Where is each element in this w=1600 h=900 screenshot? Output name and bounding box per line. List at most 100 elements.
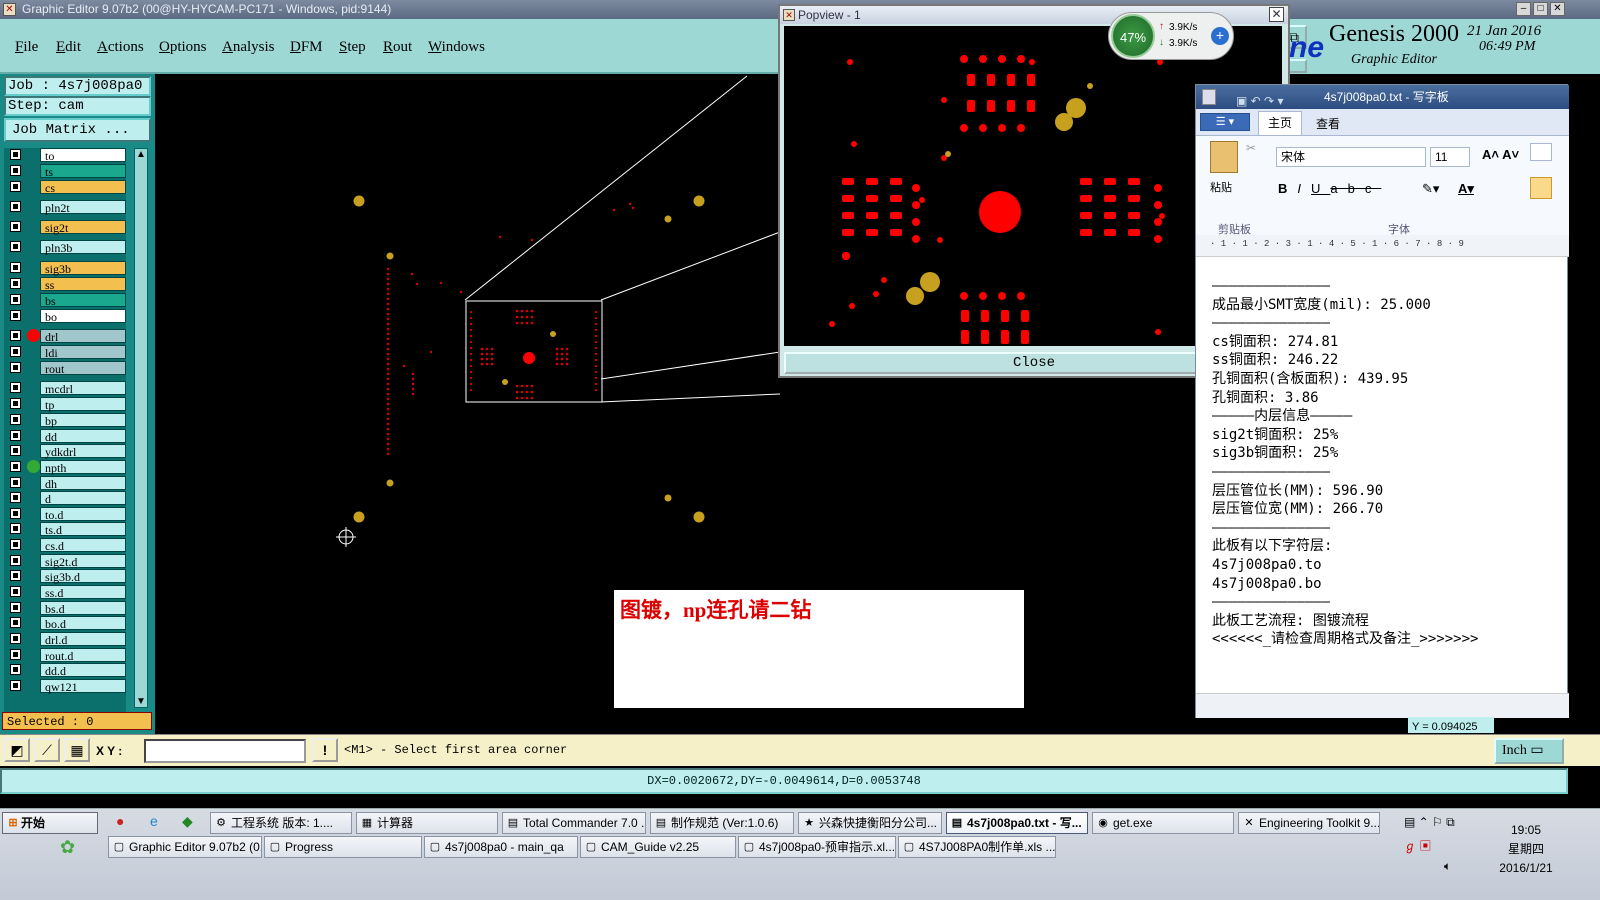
layer-name[interactable]: dh: [40, 476, 126, 491]
layer-checkbox[interactable]: [10, 430, 21, 441]
layer-row[interactable]: mcdrl: [4, 381, 126, 396]
menu-analysis[interactable]: Analysis: [222, 39, 275, 56]
menu-options[interactable]: Options: [159, 39, 207, 56]
layer-row[interactable]: to.d: [4, 507, 126, 522]
layer-checkbox[interactable]: [10, 523, 21, 534]
layer-row[interactable]: pln3b: [4, 240, 126, 255]
layer-checkbox[interactable]: [10, 586, 21, 597]
wordpad-document[interactable]: —————————————— 成品最小SMT宽度(mil): 25.000 ————…: [1212, 277, 1562, 649]
font-name-select[interactable]: 宋体: [1276, 147, 1426, 167]
layer-name[interactable]: drl.d: [40, 632, 126, 647]
layer-name[interactable]: bs.d: [40, 601, 126, 616]
minimize-button[interactable]: –: [1516, 2, 1531, 16]
highlight-icon[interactable]: ✎▾: [1422, 181, 1439, 197]
layer-checkbox[interactable]: [10, 382, 21, 393]
layer-row[interactable]: rout: [4, 361, 126, 376]
layer-row[interactable]: ss: [4, 277, 126, 292]
layer-row[interactable]: ts: [4, 164, 126, 179]
volume-icon[interactable]: 🔈︎: [1444, 859, 1451, 874]
clock[interactable]: 19:05 星期四 2016/1/21: [1496, 821, 1556, 878]
close-button[interactable]: ✕: [1550, 2, 1565, 16]
layer-name[interactable]: bs: [40, 293, 126, 308]
paste-icon[interactable]: [1210, 141, 1238, 173]
taskbar-button[interactable]: ▢ Graphic Editor 9.07b2 (0...: [108, 836, 262, 858]
layer-checkbox[interactable]: [10, 310, 21, 321]
taskbar-button[interactable]: ▢ Progress: [264, 836, 422, 858]
layer-row[interactable]: bs.d: [4, 601, 126, 616]
layer-row[interactable]: dd: [4, 429, 126, 444]
layer-checkbox[interactable]: [10, 602, 21, 613]
menu-file[interactable]: File: [15, 39, 38, 56]
layer-name[interactable]: ss.d: [40, 585, 126, 600]
popview-close-icon[interactable]: ✕: [1269, 7, 1284, 22]
layer-checkbox[interactable]: [10, 414, 21, 425]
layer-name[interactable]: sig2t.d: [40, 554, 126, 569]
layer-checkbox[interactable]: [10, 362, 21, 373]
font-color-icon[interactable]: A▾: [1458, 181, 1474, 197]
taskbar-button[interactable]: ✕ Engineering Toolkit 9....: [1238, 812, 1380, 834]
layer-name[interactable]: sig3b.d: [40, 569, 126, 584]
grid-icon[interactable]: ▦: [64, 738, 90, 762]
job-matrix-button[interactable]: Job Matrix ...: [4, 118, 151, 142]
layer-row[interactable]: drl: [4, 329, 126, 344]
layer-checkbox[interactable]: [10, 477, 21, 488]
menu-step[interactable]: Step: [339, 39, 366, 56]
layer-name[interactable]: pln2t: [40, 200, 126, 215]
layer-name[interactable]: to: [40, 148, 126, 163]
layer-name[interactable]: pln3b: [40, 240, 126, 255]
layer-checkbox[interactable]: [10, 664, 21, 675]
cut-icon[interactable]: ✂: [1246, 141, 1256, 155]
measure-icon[interactable]: ⟋: [34, 738, 60, 762]
indent-icon[interactable]: [1530, 143, 1552, 161]
layer-name[interactable]: tp: [40, 397, 126, 412]
taskbar-button[interactable]: ▤ 制作规范 (Ver:1.0.6): [650, 812, 794, 834]
layer-name[interactable]: bp: [40, 413, 126, 428]
layer-row[interactable]: ydkdrl: [4, 444, 126, 459]
layer-name[interactable]: qw121: [40, 679, 126, 694]
layer-name[interactable]: d: [40, 491, 126, 506]
taskbar-button[interactable]: ▦ 计算器: [356, 812, 498, 834]
format-buttons[interactable]: BIUabc: [1278, 181, 1381, 196]
layer-checkbox[interactable]: [10, 165, 21, 176]
layer-checkbox[interactable]: [10, 241, 21, 252]
alert-icon[interactable]: !: [312, 738, 338, 762]
layer-row[interactable]: ts.d: [4, 522, 126, 537]
layer-row[interactable]: to: [4, 148, 126, 163]
layer-checkbox[interactable]: [10, 461, 21, 472]
layer-name[interactable]: ldi: [40, 345, 126, 360]
layer-checkbox[interactable]: [10, 278, 21, 289]
layer-row[interactable]: npth: [4, 460, 126, 475]
layer-checkbox[interactable]: [10, 539, 21, 550]
layer-row[interactable]: sig3b.d: [4, 569, 126, 584]
paste-label[interactable]: 粘贴: [1210, 179, 1232, 195]
layer-checkbox[interactable]: [10, 570, 21, 581]
xy-input[interactable]: [144, 739, 306, 763]
layer-name[interactable]: rout.d: [40, 648, 126, 663]
layer-checkbox[interactable]: [10, 555, 21, 566]
layer-row[interactable]: bp: [4, 413, 126, 428]
layer-name[interactable]: sig3b: [40, 261, 126, 276]
layer-checkbox[interactable]: [10, 508, 21, 519]
app-menu-button[interactable]: ☰ ▾: [1200, 113, 1250, 131]
taskbar-button[interactable]: ▤ Total Commander 7.0 ...: [502, 812, 646, 834]
layer-checkbox[interactable]: [10, 445, 21, 456]
layer-name[interactable]: drl: [40, 329, 126, 344]
menu-actions[interactable]: Actions: [97, 39, 144, 56]
layer-name[interactable]: to.d: [40, 507, 126, 522]
chrome-icon[interactable]: ●: [116, 813, 124, 829]
layer-name[interactable]: cs: [40, 180, 126, 195]
tray-icons[interactable]: ▤ ⌃ ⚐ ⧉: [1404, 815, 1455, 830]
font-size-select[interactable]: 11: [1430, 147, 1470, 167]
menu-edit[interactable]: Edit: [56, 39, 81, 56]
taskbar-button[interactable]: ★ 兴森快捷衡阳分公司...: [798, 812, 942, 834]
layer-name[interactable]: ts: [40, 164, 126, 179]
layer-checkbox[interactable]: [10, 201, 21, 212]
align-left-icon[interactable]: [1530, 177, 1552, 199]
layer-name[interactable]: bo: [40, 309, 126, 324]
layer-checkbox[interactable]: [10, 346, 21, 357]
layer-checkbox[interactable]: [10, 221, 21, 232]
ie-icon[interactable]: e: [150, 813, 158, 829]
taskbar-button[interactable]: ⚙ 工程系统 版本: 1....: [210, 812, 352, 834]
layer-name[interactable]: ss: [40, 277, 126, 292]
scroll-up-icon[interactable]: ▲: [136, 149, 146, 160]
